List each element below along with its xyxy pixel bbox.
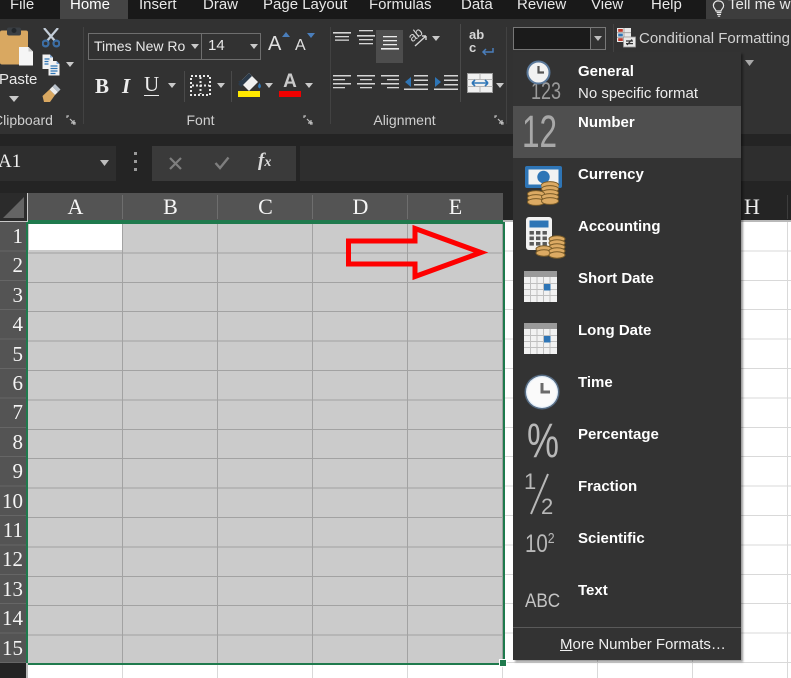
svg-text:1: 1: [524, 472, 536, 494]
svg-text:2: 2: [541, 494, 553, 516]
